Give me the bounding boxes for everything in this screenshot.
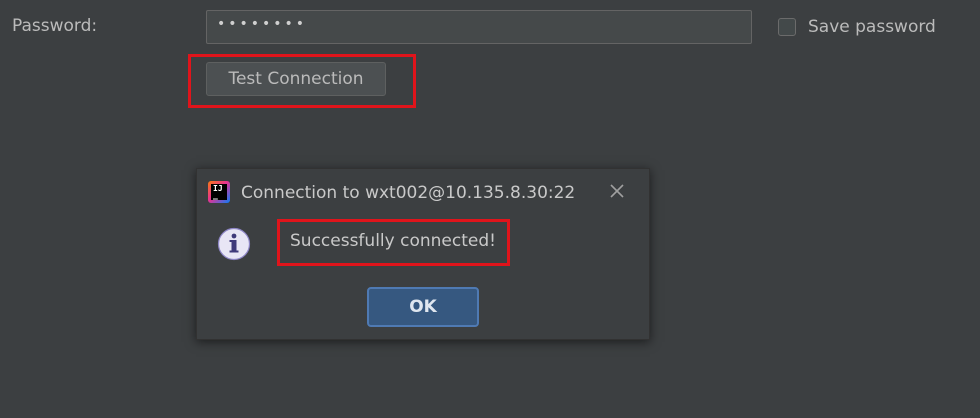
password-field[interactable]: •••••••• [206, 10, 752, 44]
close-icon[interactable] [607, 181, 627, 201]
intellij-idea-icon: IJ — [208, 181, 230, 203]
test-connection-button[interactable]: Test Connection [206, 62, 386, 96]
connection-dialog: IJ — Connection to wxt002@10.135.8.30:22 … [196, 168, 650, 340]
dialog-message: Successfully connected! [290, 231, 496, 251]
ok-button[interactable]: OK [367, 287, 479, 327]
save-password-label[interactable]: Save password [808, 17, 936, 37]
dialog-title: Connection to wxt002@10.135.8.30:22 [241, 183, 576, 203]
password-label: Password: [12, 16, 98, 36]
info-icon [217, 227, 251, 261]
save-password-checkbox[interactable] [778, 18, 796, 36]
